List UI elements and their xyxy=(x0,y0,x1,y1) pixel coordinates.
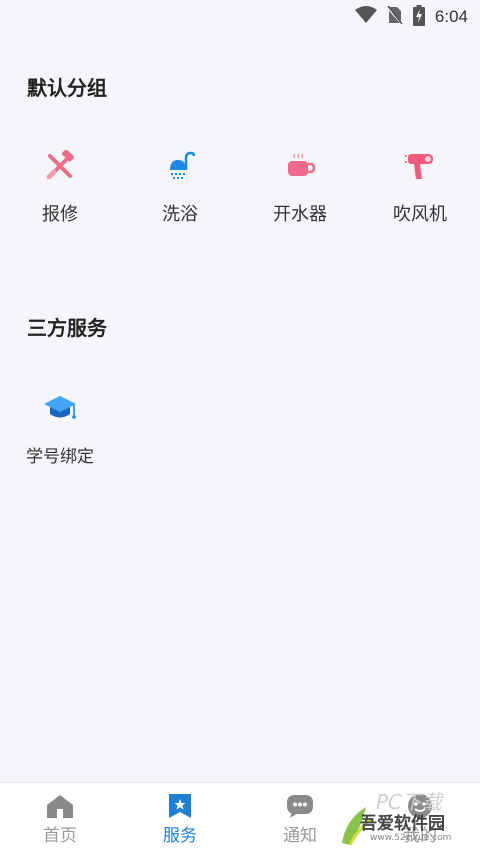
tab-label: 首页 xyxy=(43,826,77,846)
hot-cup-icon xyxy=(284,150,316,182)
service-item-label: 学号绑定 xyxy=(26,447,94,467)
section-title-third-party: 三方服务 xyxy=(27,316,107,340)
battery-charging-icon xyxy=(412,4,425,30)
watermark-url: www.52zixue.com xyxy=(370,833,452,843)
home-icon xyxy=(46,793,74,819)
service-item-label: 开水器 xyxy=(273,204,327,225)
service-item-repair[interactable]: 报修 xyxy=(0,149,120,250)
service-bookmark-icon xyxy=(166,793,194,819)
shower-icon xyxy=(164,150,196,182)
tab-label: 服务 xyxy=(163,826,197,846)
status-bar: 6:04 xyxy=(0,0,480,34)
wifi-icon xyxy=(354,6,377,28)
status-time: 6:04 xyxy=(434,7,468,26)
watermark-text: 吾爱软件园 xyxy=(360,814,445,834)
graduation-cap-icon xyxy=(44,392,76,424)
service-item-label: 洗浴 xyxy=(162,204,198,225)
service-item-hair-dryer[interactable]: 吹风机 xyxy=(360,150,480,250)
service-item-water-heater[interactable]: 开水器 xyxy=(240,150,360,250)
bottom-tab-bar: 首页 服务 通知 我的 PC下载 吾爱软件园 www.52zixue.com xyxy=(0,782,480,853)
service-item-shower[interactable]: 洗浴 xyxy=(120,150,240,250)
chat-bubble-icon xyxy=(286,793,314,819)
tab-home[interactable]: 首页 xyxy=(0,783,120,853)
service-item-label: 报修 xyxy=(42,204,78,225)
section-title-default-group: 默认分组 xyxy=(27,76,107,100)
hair-dryer-icon xyxy=(404,150,436,182)
watermark: PC下载 吾爱软件园 www.52zixue.com xyxy=(336,789,476,851)
repair-tools-icon xyxy=(44,149,76,182)
no-sim-icon xyxy=(386,5,404,29)
tab-service[interactable]: 服务 xyxy=(120,783,240,853)
service-item-label: 吹风机 xyxy=(393,204,447,225)
service-item-student-id-binding[interactable]: 学号绑定 xyxy=(0,392,120,492)
